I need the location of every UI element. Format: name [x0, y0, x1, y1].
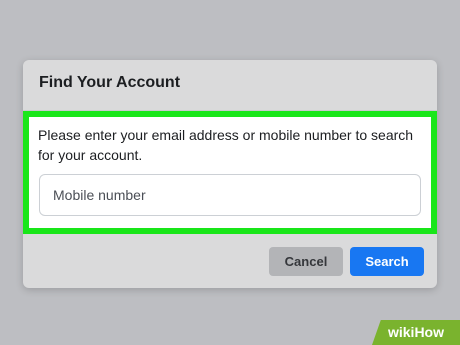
mobile-number-input[interactable] [39, 174, 421, 216]
highlighted-search-section: Please enter your email address or mobil… [23, 111, 437, 234]
instructions-text: Please enter your email address or mobil… [38, 127, 414, 163]
wikihow-watermark: wikiHow [372, 320, 460, 345]
cancel-button[interactable]: Cancel [269, 247, 343, 276]
dialog-title: Find Your Account [39, 74, 181, 91]
search-button[interactable]: Search [350, 247, 424, 276]
